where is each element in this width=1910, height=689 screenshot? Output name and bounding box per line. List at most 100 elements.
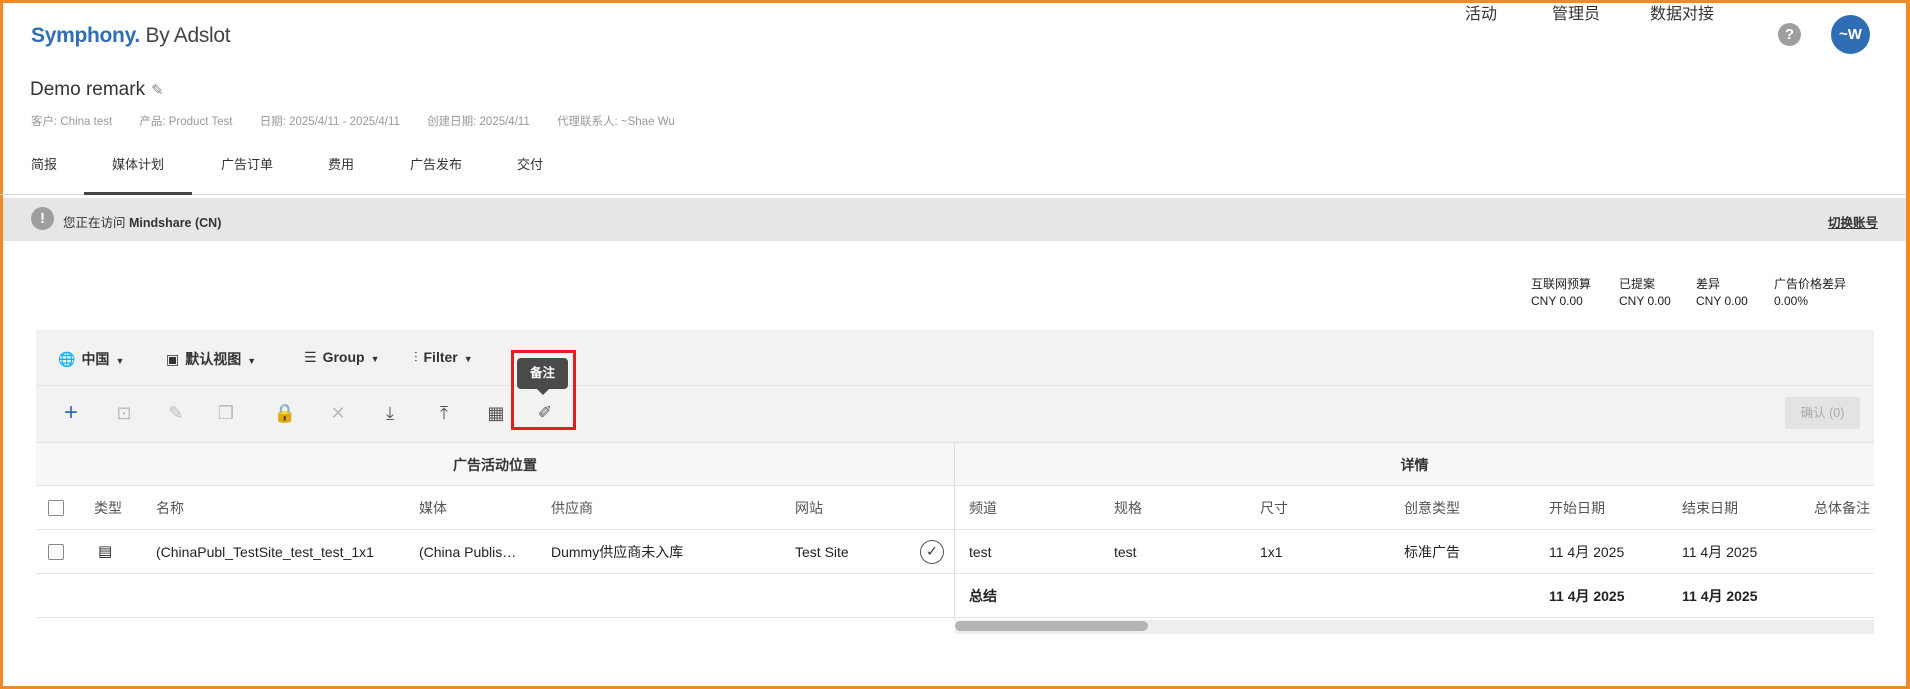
row-checkbox[interactable] xyxy=(48,544,64,560)
budget-value: 0.00% xyxy=(1774,294,1809,308)
table-icon[interactable]: ▦ xyxy=(484,401,508,425)
view-label: 默认视图 xyxy=(185,351,242,367)
cell-channel: test xyxy=(969,544,992,560)
tab-insertion-orders[interactable]: 广告订单 xyxy=(219,150,275,195)
column-header-row: 类型 名称 媒体 供应商 网站 频道 规格 尺寸 创意类型 开始日期 结束日期 … xyxy=(36,486,1874,530)
logo-suffix: By Adslot xyxy=(145,24,231,47)
alert-icon: ! xyxy=(31,207,54,230)
edit-pencil-icon[interactable]: ✎ xyxy=(151,82,164,99)
tab-brief[interactable]: 简报 xyxy=(30,150,58,195)
col-size[interactable]: 尺寸 xyxy=(1260,486,1288,530)
close-icon[interactable]: ✕ xyxy=(326,401,350,425)
col-end-date[interactable]: 结束日期 xyxy=(1682,486,1738,530)
campaign-tabs: 简报 媒体计划 广告订单 费用 广告发布 交付 xyxy=(0,150,1906,195)
tab-media-plan[interactable]: 媒体计划 xyxy=(84,150,192,195)
view-dropdown[interactable]: ▣ 默认视图 ▼ xyxy=(166,349,256,369)
cell-site: Test Site xyxy=(795,544,849,560)
page-title: Demo remark xyxy=(30,79,146,100)
campaign-meta: 客户: China test 产品: Product Test 日期: 2025… xyxy=(31,113,699,129)
col-name[interactable]: 名称 xyxy=(156,486,184,530)
nav-data-integration[interactable]: 数据对接 xyxy=(1650,0,1740,70)
budget-value: CNY 0.00 xyxy=(1696,294,1748,308)
budget-label: 广告价格差异 xyxy=(1774,277,1847,291)
user-avatar[interactable]: ~W xyxy=(1831,15,1870,54)
cell-creative-type: 标准广告 xyxy=(1404,544,1460,560)
tab-costs[interactable]: 费用 xyxy=(326,150,356,195)
budget-label: 互联网预算 xyxy=(1531,277,1592,291)
budget-value: CNY 0.00 xyxy=(1619,294,1671,308)
caret-down-icon: ▼ xyxy=(247,356,257,366)
group-dropdown[interactable]: ☰ Group ▼ xyxy=(304,349,379,366)
cell-media: (China Publis… xyxy=(419,544,517,560)
select-all-checkbox[interactable] xyxy=(48,500,64,516)
budget-value: CNY 0.00 xyxy=(1531,294,1583,308)
col-spec[interactable]: 规格 xyxy=(1114,486,1142,530)
nav-admin[interactable]: 管理员 xyxy=(1552,0,1632,70)
cell-vendor: Dummy供应商未入库 xyxy=(551,544,684,560)
col-overall-remark[interactable]: 总体备注 xyxy=(1814,486,1870,530)
summary-end-date: 11 4月 2025 xyxy=(1682,588,1758,604)
filter-label: Filter xyxy=(423,349,458,365)
caret-down-icon: ▼ xyxy=(370,354,380,364)
group-label: Group xyxy=(322,349,365,365)
col-media[interactable]: 媒体 xyxy=(419,486,447,530)
app-logo[interactable]: Symphony. By Adslot xyxy=(31,24,231,48)
list-icon: ☰ xyxy=(304,349,317,365)
col-channel[interactable]: 频道 xyxy=(969,486,997,530)
banner-account: Mindshare (CN) xyxy=(129,216,222,230)
summary-start-date: 11 4月 2025 xyxy=(1549,588,1625,604)
tab-ad-publishing[interactable]: 广告发布 xyxy=(408,150,464,195)
banner-text: 您正在访问 Mindshare (CN) xyxy=(63,212,221,231)
help-icon[interactable]: ? xyxy=(1778,23,1801,46)
cell-size: 1x1 xyxy=(1260,544,1283,560)
sliders-icon: ⫶ xyxy=(414,349,418,365)
switch-account-link[interactable]: 切换账号 xyxy=(1828,212,1878,231)
view-toolbar: 🌐 中国 ▼ ▣ 默认视图 ▼ ☰ Group ▼ ⫶ Filter ▼ xyxy=(36,330,1874,386)
meta-dates: 日期: 2025/4/11 - 2025/4/11 xyxy=(259,116,400,128)
filter-dropdown[interactable]: ⫶ Filter ▼ xyxy=(414,349,473,366)
budget-difference: 差异 CNY 0.00 xyxy=(1696,276,1748,310)
col-site[interactable]: 网站 xyxy=(795,486,823,530)
meta-agency-contact: 代理联系人: ~Shae Wu xyxy=(557,116,675,128)
tab-delivery[interactable]: 交付 xyxy=(516,150,544,195)
download-icon[interactable]: ⤓ xyxy=(378,401,402,425)
caret-down-icon: ▼ xyxy=(463,354,473,364)
col-vendor[interactable]: 供应商 xyxy=(551,486,593,530)
campaign-title-block: Demo remark ✎ xyxy=(30,79,164,101)
budget-internet: 互联网预算 CNY 0.00 xyxy=(1531,276,1591,310)
budget-label: 已提案 xyxy=(1619,277,1656,291)
upload-icon[interactable]: ⤒ xyxy=(432,401,456,425)
nav-activities[interactable]: 活动 xyxy=(1465,0,1545,70)
budget-label: 差异 xyxy=(1696,277,1721,291)
country-label: 中国 xyxy=(81,351,110,367)
summary-label: 总结 xyxy=(969,588,997,604)
confirm-button[interactable]: 确认 (0) xyxy=(1785,397,1860,429)
edit-icon[interactable]: ✎ xyxy=(164,401,188,425)
meta-product: 产品: Product Test xyxy=(139,116,233,128)
section-divider xyxy=(954,442,955,620)
add-icon[interactable]: + xyxy=(59,401,83,425)
caret-down-icon: ▼ xyxy=(115,356,125,366)
logo-brand: Symphony. xyxy=(31,24,140,47)
scrollbar-thumb[interactable] xyxy=(955,621,1148,631)
col-type[interactable]: 类型 xyxy=(94,486,122,530)
media-plan-table: 广告活动位置 详情 类型 名称 媒体 供应商 网站 频道 规格 尺寸 创意类型 … xyxy=(36,442,1874,620)
lock-icon[interactable]: 🔒 xyxy=(273,401,297,425)
check-circle-icon[interactable]: ✓ xyxy=(920,540,944,564)
country-dropdown[interactable]: 🌐 中国 ▼ xyxy=(58,349,124,369)
col-start-date[interactable]: 开始日期 xyxy=(1549,486,1605,530)
placement-type-icon: ▤ xyxy=(98,543,113,560)
table-row[interactable]: ▤ (ChinaPubl_TestSite_test_test_1x1 (Chi… xyxy=(36,530,1874,574)
archive-icon[interactable]: ⊡ xyxy=(112,401,136,425)
budget-price-diff: 广告价格差异 0.00% xyxy=(1774,276,1846,310)
view-icon: ▣ xyxy=(166,351,180,367)
meta-created: 创建日期: 2025/4/11 xyxy=(427,116,530,128)
cell-spec: test xyxy=(1114,544,1137,560)
col-creative-type[interactable]: 创意类型 xyxy=(1404,486,1460,530)
cell-start-date: 11 4月 2025 xyxy=(1549,544,1625,560)
globe-icon: 🌐 xyxy=(58,351,76,367)
copy-icon[interactable]: ❐ xyxy=(214,401,238,425)
group-header-details: 详情 xyxy=(955,442,1874,486)
banner-prefix: 您正在访问 xyxy=(63,216,126,230)
remark-tooltip: 备注 xyxy=(517,358,568,395)
